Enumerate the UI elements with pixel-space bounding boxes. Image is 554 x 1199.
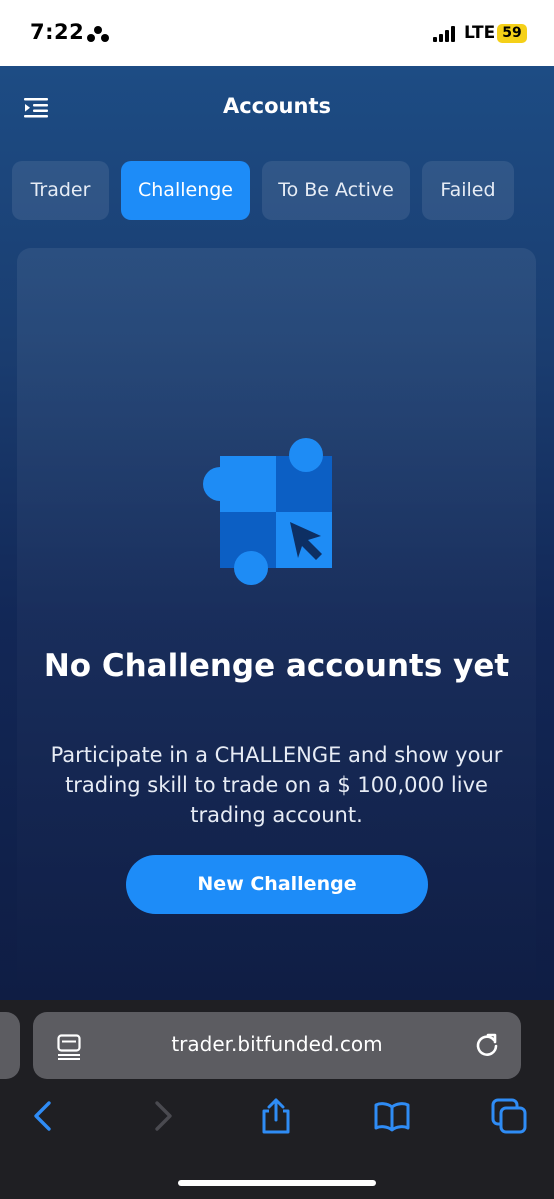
back-icon[interactable] [25, 1098, 61, 1134]
status-time: 7:22 [30, 20, 85, 44]
tab-trader[interactable]: Trader [12, 161, 109, 220]
forward-icon[interactable] [145, 1098, 181, 1134]
focus-mode-icon [87, 26, 109, 42]
tabs-icon[interactable] [491, 1098, 527, 1134]
address-bar[interactable]: trader.bitfunded.com [33, 1012, 521, 1079]
network-label: LTE [464, 23, 496, 43]
empty-state-card: No Challenge accounts yet Participate in… [17, 248, 536, 1008]
empty-state-title: No Challenge accounts yet [43, 648, 510, 684]
status-bar: 7:22 LTE 59 [0, 0, 554, 66]
page-title: Accounts [222, 94, 331, 118]
signal-icon [433, 26, 455, 42]
reload-icon[interactable] [474, 1032, 500, 1058]
challenge-illustration [203, 438, 332, 585]
previous-tab-preview[interactable] [0, 1012, 20, 1079]
url-text: trader.bitfunded.com [171, 1032, 383, 1056]
battery-indicator: 59 [497, 24, 527, 43]
empty-state-description: Participate in a CHALLENGE and show your… [50, 743, 503, 827]
new-challenge-button[interactable]: New Challenge [126, 855, 428, 914]
bookmarks-icon[interactable] [374, 1098, 410, 1134]
home-indicator [178, 1180, 376, 1186]
tab-challenge[interactable]: Challenge [121, 161, 250, 220]
app-screen: Accounts Trader Challenge To Be Active F… [0, 66, 554, 1008]
share-icon[interactable] [258, 1098, 294, 1134]
tab-to-be-active[interactable]: To Be Active [262, 161, 410, 220]
browser-toolbar: trader.bitfunded.com [0, 1000, 554, 1199]
tab-failed[interactable]: Failed [422, 161, 514, 220]
